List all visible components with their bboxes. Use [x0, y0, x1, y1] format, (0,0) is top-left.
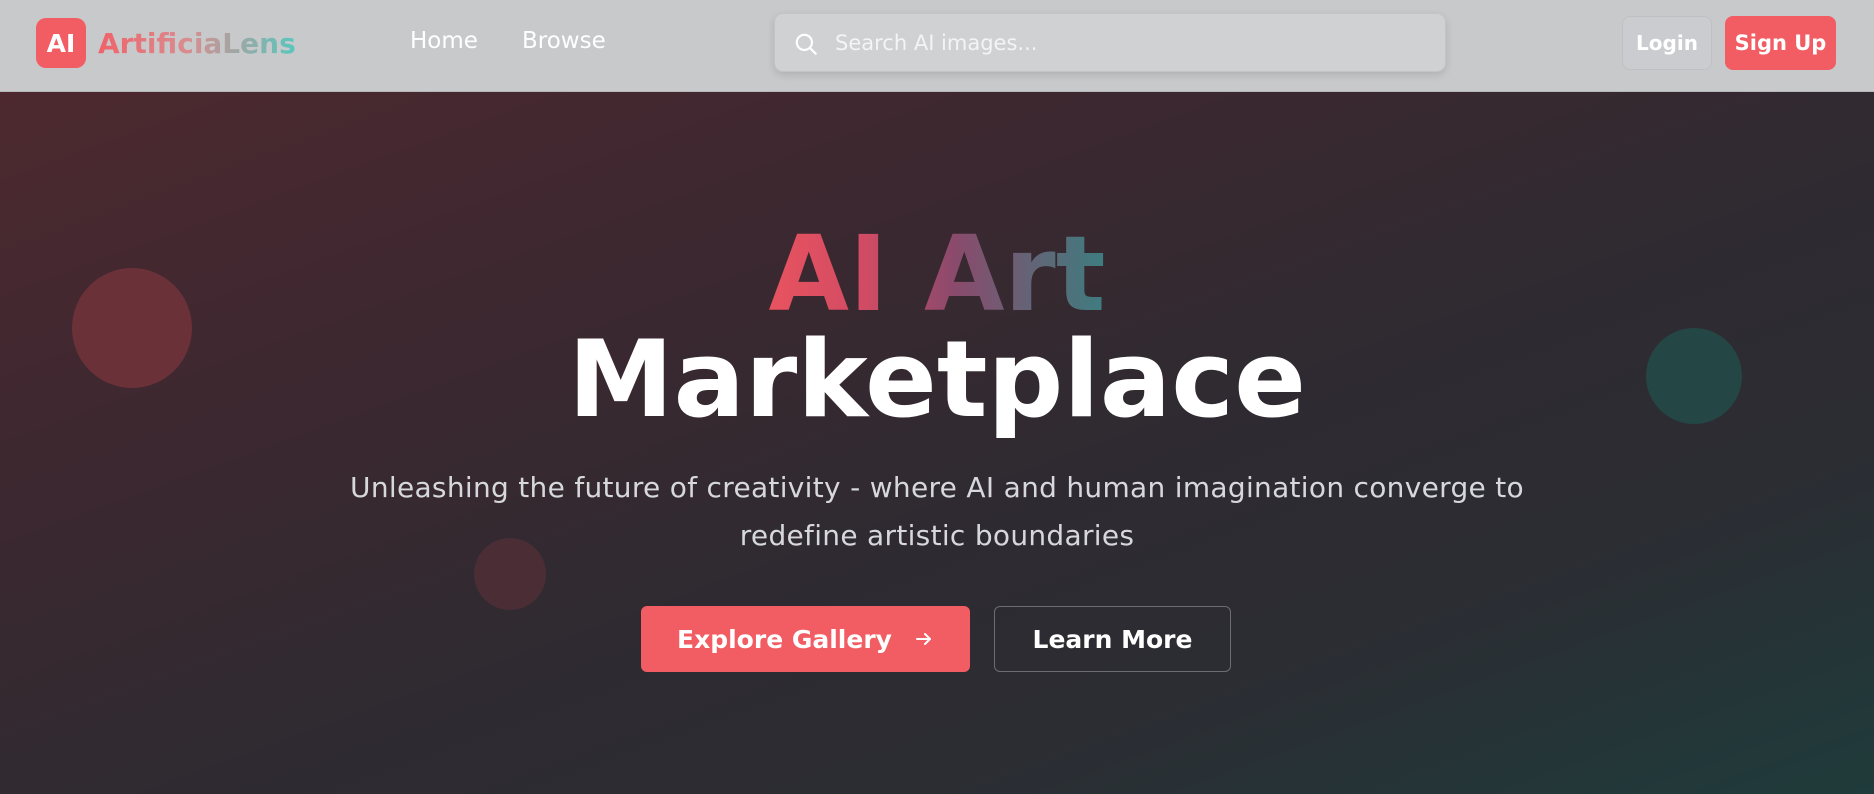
arrow-right-icon [915, 633, 931, 645]
hero-title-highlight: AI Art [0, 214, 1874, 334]
explore-gallery-button[interactable]: Explore Gallery [641, 606, 970, 672]
hero-subtitle: Unleashing the future of creativity - wh… [350, 471, 1524, 552]
login-button[interactable]: Login [1622, 16, 1712, 70]
hero-title-highlight-text: AI Art [768, 213, 1106, 335]
brand-name: ArtificiaLens [98, 26, 296, 60]
signup-button[interactable]: Sign Up [1725, 16, 1836, 70]
learn-more-button[interactable]: Learn More [994, 606, 1231, 672]
search-bar[interactable] [774, 13, 1446, 72]
nav-link-home[interactable]: Home [410, 28, 478, 54]
logo-badge: AI [36, 18, 86, 68]
hero-title-main: Marketplace [568, 318, 1306, 441]
explore-gallery-label: Explore Gallery [677, 624, 892, 654]
search-icon [795, 33, 817, 55]
hero-section: AI Art Marketplace Unleashing the future… [0, 92, 1874, 794]
search-input[interactable] [835, 14, 1435, 71]
top-navbar: AI ArtificiaLens Home Browse Login Sign … [0, 0, 1874, 92]
nav-link-browse[interactable]: Browse [522, 28, 606, 54]
brand-logo[interactable]: AI ArtificiaLens [36, 18, 296, 68]
